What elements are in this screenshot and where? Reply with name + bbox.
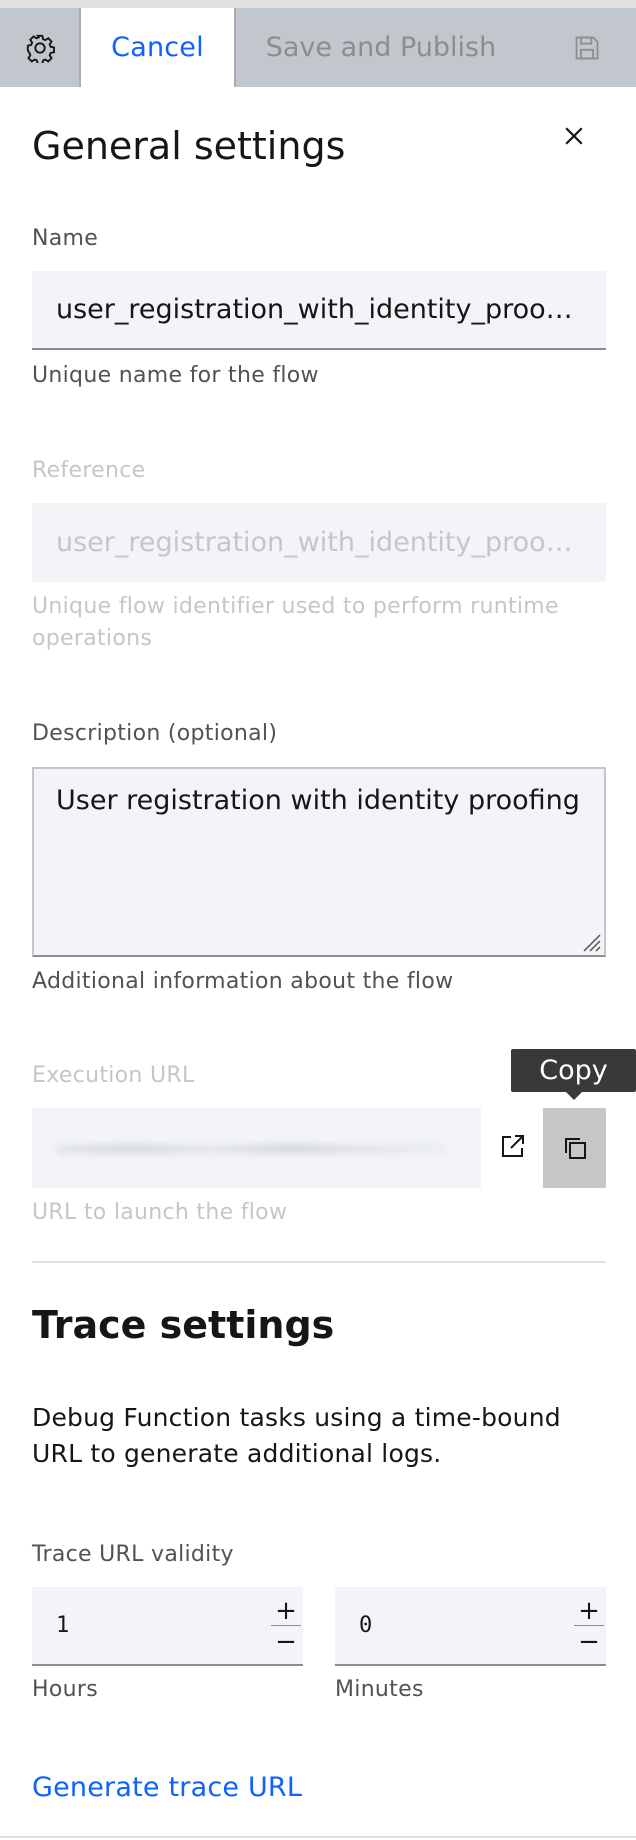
hours-decrement-button[interactable]: −	[269, 1626, 303, 1657]
description-textarea-value: User registration with identity proofing	[56, 785, 580, 816]
minutes-decrement-button[interactable]: −	[572, 1626, 606, 1657]
launch-icon[interactable]	[495, 1128, 531, 1164]
reference-helper-text: Unique flow identifier used to perform r…	[32, 594, 559, 651]
redacted-url	[56, 1144, 446, 1154]
description-textarea[interactable]: User registration with identity proofing	[32, 767, 606, 957]
trace-validity-label: Trace URL validity	[32, 1542, 234, 1567]
bottom-divider	[0, 1836, 636, 1838]
description-helper-text: Additional information about the flow	[32, 969, 454, 994]
section-divider	[32, 1261, 606, 1263]
name-helper-text: Unique name for the flow	[32, 363, 319, 388]
save-icon[interactable]	[556, 8, 618, 87]
hours-stepper[interactable]: 1 + −	[32, 1587, 303, 1666]
trace-settings-heading: Trace settings	[32, 1303, 335, 1347]
gear-icon[interactable]	[0, 8, 79, 87]
tooltip-caret	[566, 1092, 582, 1100]
copy-icon	[564, 1138, 586, 1159]
cancel-button[interactable]: Cancel	[79, 8, 236, 87]
trace-description: Debug Function tasks using a time-bound …	[32, 1403, 561, 1468]
name-label: Name	[32, 226, 99, 251]
minutes-value: 0	[359, 1613, 373, 1638]
copy-button[interactable]	[543, 1108, 606, 1188]
reference-label: Reference	[32, 458, 146, 483]
generate-trace-url-link[interactable]: Generate trace URL	[32, 1772, 302, 1803]
hours-value: 1	[56, 1613, 70, 1638]
hours-increment-button[interactable]: +	[269, 1595, 303, 1626]
reference-input-value: user_registration_with_identity_proofing	[56, 527, 582, 558]
minutes-stepper[interactable]: 0 + −	[335, 1587, 606, 1666]
execution-url-helper-text: URL to launch the flow	[32, 1200, 288, 1225]
name-input-value: user_registration_with_identity_proofing	[56, 294, 582, 325]
hours-label: Hours	[32, 1677, 98, 1702]
resize-grip-icon[interactable]	[578, 929, 602, 953]
minutes-label: Minutes	[335, 1677, 424, 1702]
top-toolbar: Cancel Save and Publish	[0, 0, 636, 87]
execution-url-label: Execution URL	[32, 1063, 195, 1088]
hours-stepper-controls: + −	[269, 1595, 303, 1657]
description-label: Description (optional)	[32, 721, 278, 746]
copy-tooltip: Copy	[511, 1049, 636, 1092]
minutes-increment-button[interactable]: +	[572, 1595, 606, 1626]
general-settings-heading: General settings	[32, 124, 346, 168]
reference-input: user_registration_with_identity_proofing	[32, 503, 606, 582]
close-icon[interactable]	[556, 118, 592, 154]
name-input[interactable]: user_registration_with_identity_proofing	[32, 271, 606, 350]
execution-url-field	[32, 1108, 481, 1188]
save-and-publish-button[interactable]: Save and Publish	[236, 8, 526, 87]
minutes-stepper-controls: + −	[572, 1595, 606, 1657]
